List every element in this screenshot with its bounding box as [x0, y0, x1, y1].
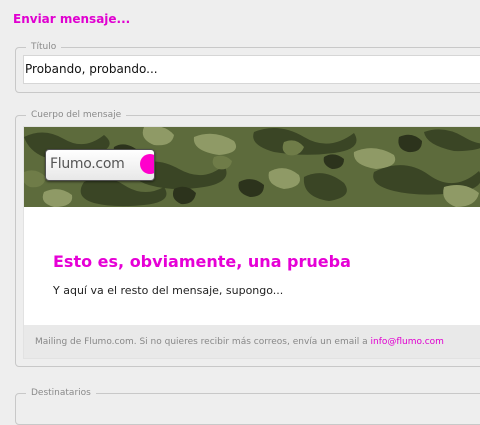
message-body-fieldset: Cuerpo del mensaje Flumo.com Esto es, ob… — [15, 108, 480, 367]
recipients-legend: Destinatarios — [26, 386, 96, 400]
message-footer: Mailing de Flumo.com. Si no quieres reci… — [24, 325, 480, 358]
logo-text: Flumo.com — [50, 156, 125, 172]
footer-email-link[interactable]: info@flumo.com — [370, 337, 443, 347]
message-body-legend: Cuerpo del mensaje — [26, 108, 127, 122]
title-input[interactable]: Probando, probando... — [23, 55, 480, 84]
title-legend: Título — [26, 40, 62, 54]
recipients-fieldset: Destinatarios — [15, 386, 480, 425]
title-fieldset: Título Probando, probando... — [15, 40, 480, 93]
message-preview[interactable]: Flumo.com Esto es, obviamente, una prueb… — [23, 126, 480, 359]
flumo-logo: Flumo.com — [45, 149, 155, 181]
footer-text: Mailing de Flumo.com. Si no quieres reci… — [35, 337, 371, 347]
send-message-link[interactable]: Enviar mensaje... — [13, 12, 130, 26]
message-headline: Esto es, obviamente, una prueba — [53, 252, 351, 271]
message-text: Y aquí va el resto del mensaje, supongo.… — [53, 284, 284, 297]
camo-banner: Flumo.com — [24, 127, 480, 207]
logo-mark-icon — [140, 154, 154, 174]
